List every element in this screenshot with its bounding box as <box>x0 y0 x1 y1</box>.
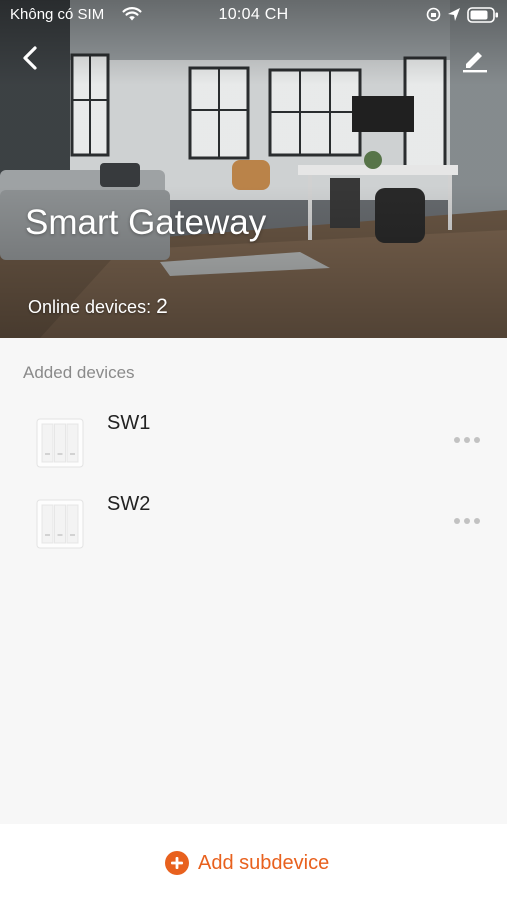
wall-switch-icon <box>36 418 84 468</box>
header-hero: Không có SIM 10:04 CH Smart Gateway Onli… <box>0 0 507 338</box>
status-bar: Không có SIM 10:04 CH <box>0 0 507 30</box>
orientation-lock-icon <box>426 7 441 22</box>
online-count: 2 <box>156 295 168 318</box>
section-title-added-devices: Added devices <box>23 363 135 382</box>
gateway-title: Smart Gateway <box>25 203 267 242</box>
location-icon <box>448 8 460 21</box>
more-dots-icon[interactable] <box>452 516 482 526</box>
edit-pencil-icon[interactable] <box>460 44 490 74</box>
device-name: SW1 <box>107 412 151 434</box>
plus-circle-icon <box>165 851 189 875</box>
add-subdevice-label: Add subdevice <box>198 851 330 874</box>
more-dots-icon[interactable] <box>452 435 482 445</box>
footer-bar: Add subdevice <box>0 824 507 900</box>
wall-switch-icon <box>36 499 84 549</box>
battery-icon <box>467 7 498 23</box>
device-row-sw2[interactable]: SW2 <box>0 481 507 561</box>
back-chevron-icon[interactable] <box>16 42 48 74</box>
device-row-sw1[interactable]: SW1 <box>0 400 507 480</box>
add-subdevice-button[interactable]: Add subdevice <box>164 848 329 878</box>
online-label: Online devices: <box>28 297 152 317</box>
device-name: SW2 <box>107 493 151 515</box>
online-devices-summary: Online devices: 2 <box>28 295 168 319</box>
